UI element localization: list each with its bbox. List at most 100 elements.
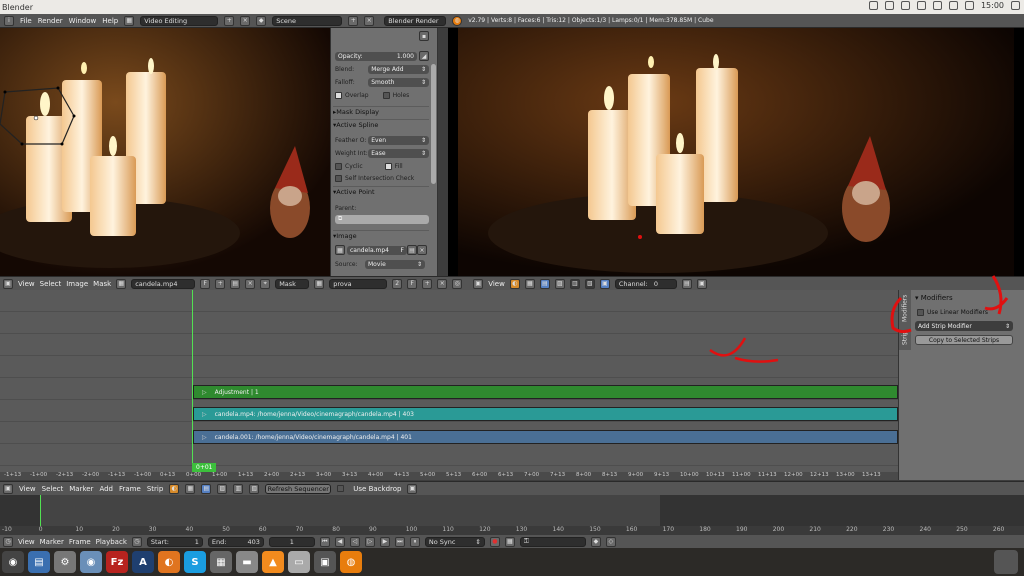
fill-checkbox[interactable] xyxy=(384,162,392,170)
image-name-field[interactable]: candela.mp4 xyxy=(131,278,196,289)
unlink-image-icon[interactable]: × xyxy=(417,245,427,255)
panel-toggle-icon[interactable]: ▪ xyxy=(419,31,429,41)
mail-icon[interactable] xyxy=(932,1,942,10)
cyclic-checkbox[interactable] xyxy=(335,162,342,170)
end-frame-field[interactable]: End: 403 xyxy=(207,536,264,547)
preview-render-icon[interactable]: ▣ xyxy=(696,278,707,289)
start-frame-field[interactable]: Start: 1 xyxy=(146,536,203,547)
skype-icon[interactable]: S xyxy=(184,551,206,573)
pause-icon[interactable]: ⏸ xyxy=(409,536,420,547)
timeline-playhead[interactable] xyxy=(40,495,41,526)
writer-icon[interactable]: ▦ xyxy=(210,551,232,573)
unlink-image-button[interactable]: × xyxy=(245,278,256,289)
blend-dropdown[interactable]: Merge Add ⇕ xyxy=(368,64,429,74)
record-icon[interactable]: ● xyxy=(489,536,500,547)
jump-end-icon[interactable]: ⏭ xyxy=(394,536,405,547)
preview-view-icon[interactable]: ▤ xyxy=(539,278,550,289)
render-engine-dropdown[interactable]: Blender Render xyxy=(384,15,447,26)
screen-layout-field[interactable]: Video Editing xyxy=(140,15,219,26)
sync-dropdown[interactable]: No Sync ⇕ xyxy=(424,536,485,547)
mask-browse-icon[interactable]: ▦ xyxy=(314,278,325,289)
preview-editor-type-icon[interactable]: ▣ xyxy=(473,278,484,289)
sequencer-overlay-icon[interactable]: ▨ xyxy=(217,483,228,494)
screen-layout-icon[interactable]: ▦ xyxy=(124,15,135,26)
new-image-button[interactable]: + xyxy=(215,278,226,289)
jump-keyframe-back-icon[interactable]: ◀ xyxy=(334,536,345,547)
panel-scrollbar[interactable] xyxy=(431,64,436,184)
firefox-icon[interactable]: ◐ xyxy=(158,551,180,573)
open-image-button[interactable]: ▤ xyxy=(230,278,241,289)
active-point-panel-header[interactable]: ▾ Active Point xyxy=(333,186,429,197)
mask-name-field[interactable]: prova xyxy=(329,278,388,289)
overlap-checkbox[interactable] xyxy=(335,91,342,99)
scanner-icon[interactable]: ▣ xyxy=(314,551,336,573)
add-mask-button[interactable]: + xyxy=(422,278,433,289)
files-icon[interactable]: ▤ xyxy=(28,551,50,573)
feather-dropdown[interactable]: Even ⇕ xyxy=(368,135,429,145)
seq-menu-select[interactable]: Select xyxy=(42,485,64,493)
editor-type-icon[interactable]: ◷ xyxy=(3,536,13,547)
display-mode-icon[interactable]: ◐ xyxy=(169,483,180,494)
falloff-dropdown[interactable]: Smooth ⇕ xyxy=(368,77,429,87)
range-toggle-icon[interactable]: ◷ xyxy=(131,536,142,547)
keying-set-field[interactable]: ⚿ xyxy=(519,536,586,547)
opacity-field[interactable]: Opacity: 1.000 xyxy=(335,51,417,61)
seq-menu-marker[interactable]: Marker xyxy=(69,485,93,493)
menu-select[interactable]: Select xyxy=(40,280,62,288)
menu-window[interactable]: Window xyxy=(69,17,97,25)
candela-001-strip[interactable]: ▷ candela.001: /home/jenna/Video/cinemagr… xyxy=(193,430,898,444)
editor-type-icon[interactable]: i xyxy=(4,15,14,26)
inkscape-icon[interactable]: A xyxy=(132,551,154,573)
preview-toggle-icon[interactable]: ▤ xyxy=(201,483,212,494)
clock[interactable]: 15:00 xyxy=(981,1,1004,10)
network-icon[interactable] xyxy=(884,1,894,10)
channel-field[interactable]: Channel: 0 xyxy=(614,278,677,289)
add-scene-button[interactable]: + xyxy=(348,15,359,26)
tl-menu-frame[interactable]: Frame xyxy=(69,538,91,546)
self-intersection-checkbox[interactable] xyxy=(335,174,342,182)
gear-icon[interactable] xyxy=(1011,1,1020,10)
sequencer-preview[interactable] xyxy=(448,28,1024,276)
render-icon[interactable]: ▣ xyxy=(407,483,418,494)
preview-grid-icon[interactable]: ▦ xyxy=(524,278,535,289)
image-browse-icon[interactable]: ▦ xyxy=(116,278,127,289)
blender-icon[interactable]: ◍ xyxy=(340,551,362,573)
app-launcher-icon[interactable]: ◉ xyxy=(2,551,24,573)
source-dropdown[interactable]: Movie ⇕ xyxy=(365,259,425,269)
active-spline-panel-header[interactable]: ▾ Active Spline xyxy=(333,119,429,130)
candela-movie-strip[interactable]: ▷ candela.mp4: /home/jenna/Video/cinemagr… xyxy=(193,407,898,421)
filezilla-icon[interactable]: Fz xyxy=(106,551,128,573)
jump-keyframe-forward-icon[interactable]: ▶ xyxy=(379,536,390,547)
battery-icon[interactable] xyxy=(948,1,958,10)
insert-keyframe-icon[interactable]: ◆ xyxy=(590,536,601,547)
editor-type-icon[interactable]: ▣ xyxy=(3,278,13,289)
image-panel-header[interactable]: ▾ Image xyxy=(333,230,429,241)
mask-fake-user-button[interactable]: F xyxy=(407,278,418,289)
menu-image[interactable]: Image xyxy=(66,280,88,288)
holes-checkbox[interactable] xyxy=(382,91,390,99)
preview-display-icon[interactable]: ◐ xyxy=(509,278,520,289)
settings-icon[interactable]: ⚙ xyxy=(54,551,76,573)
fake-user-button[interactable]: F xyxy=(200,278,211,289)
preview-image-icon[interactable]: ▤ xyxy=(681,278,692,289)
pivot-icon[interactable]: ◎ xyxy=(452,278,463,289)
editor-type-icon[interactable]: ▣ xyxy=(3,483,13,494)
seq-menu-add[interactable]: Add xyxy=(99,485,113,493)
seq-menu-view[interactable]: View xyxy=(19,485,36,493)
printer-icon[interactable]: ▬ xyxy=(236,551,258,573)
dropbox-icon[interactable] xyxy=(868,1,878,10)
preview-proxy-icon[interactable]: ▣ xyxy=(599,278,610,289)
mode-dropdown[interactable]: Mask xyxy=(275,278,310,289)
pin-icon[interactable]: ⌖ xyxy=(260,278,271,289)
jump-start-icon[interactable]: ⏮ xyxy=(319,536,330,547)
open-image-icon[interactable]: ▤ xyxy=(407,245,417,255)
play-icon[interactable]: ▷ xyxy=(364,536,375,547)
preview-channels-icon[interactable]: ▥ xyxy=(569,278,580,289)
image-name-field[interactable]: candela.mp4 F xyxy=(347,245,407,255)
menu-help[interactable]: Help xyxy=(102,17,118,25)
vlc-icon[interactable]: ▲ xyxy=(262,551,284,573)
playhead-line[interactable] xyxy=(192,290,193,472)
menu-render[interactable]: Render xyxy=(38,17,63,25)
notes-icon[interactable]: ▭ xyxy=(288,551,310,573)
seq-menu-frame[interactable]: Frame xyxy=(119,485,141,493)
